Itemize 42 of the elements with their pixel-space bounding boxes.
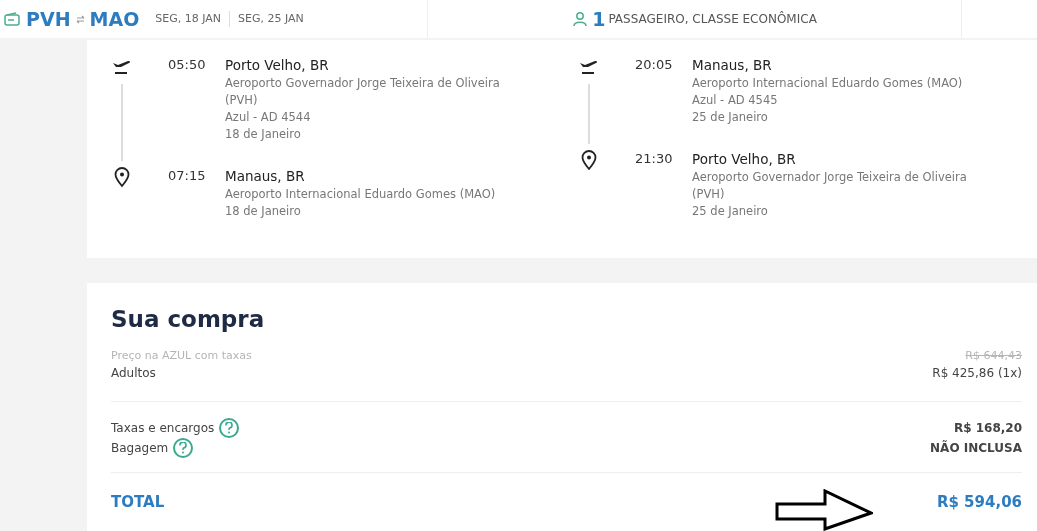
help-icon[interactable] (173, 438, 194, 458)
price-value: R$ 425,86 (1x) (932, 365, 1022, 382)
city-name: Manaus, BR (692, 56, 773, 75)
reference-price: R$ 644,43 (965, 349, 1022, 363)
total-value: R$ 594,06 (936, 492, 1022, 513)
airport-name: Aeroporto Internacional Eduardo Gomes (MAO) (692, 75, 964, 92)
flight-number: Azul - AD 4544 (225, 109, 312, 126)
price-label: Bagagem (111, 440, 169, 457)
passenger-class: PASSAGEIRO, CLASSE ECONÔMICA (608, 10, 817, 28)
city-name: Porto Velho, BR (692, 150, 797, 169)
price-value: NÃO INCLUSA (930, 439, 1022, 457)
origin-code: PVH (26, 6, 71, 32)
price-label: Adultos (111, 365, 156, 382)
person-icon (572, 11, 589, 27)
city-name: Porto Velho, BR (225, 56, 330, 75)
price-label: Taxas e encargos (111, 420, 215, 437)
departure-time: 05:50 (168, 56, 207, 74)
airport-name: Aeroporto Internacional Eduardo Gomes (MAO) (225, 186, 497, 203)
ticket-icon (4, 12, 20, 26)
departure-time: 07:15 (168, 167, 207, 185)
location-pin-icon (114, 167, 130, 187)
swap-icon (75, 14, 85, 24)
city-name: Manaus, BR (225, 167, 306, 186)
total-label: TOTAL (111, 492, 165, 513)
airport-name: Aeroporto Governador Jorge Teixeira de Oliveira (PVH) (692, 169, 968, 203)
flight-date: 25 de Janeiro (692, 203, 769, 220)
passenger-count: 1 (592, 6, 606, 32)
flight-date: 18 de Janeiro (225, 126, 302, 143)
flight-date: 25 de Janeiro (692, 109, 769, 126)
location-pin-icon (581, 150, 598, 170)
price-value: R$ 168,20 (953, 420, 1022, 437)
destination-code: MAO (89, 6, 140, 32)
travel-date: SEG, 18 JAN (154, 10, 223, 27)
departure-time: 21:30 (635, 150, 674, 168)
section-title: Sua compra (111, 305, 266, 333)
travel-date: SEG, 25 JAN (229, 10, 312, 28)
reference-label: Preço na AZUL com taxas (111, 349, 252, 363)
flight-date: 18 de Janeiro (225, 203, 302, 220)
departure-time: 20:05 (635, 56, 674, 74)
help-icon[interactable] (219, 418, 240, 438)
airport-name: Aeroporto Governador Jorge Teixeira de Oliveira (PVH) (225, 75, 501, 109)
flight-number: Azul - AD 4545 (692, 92, 779, 109)
